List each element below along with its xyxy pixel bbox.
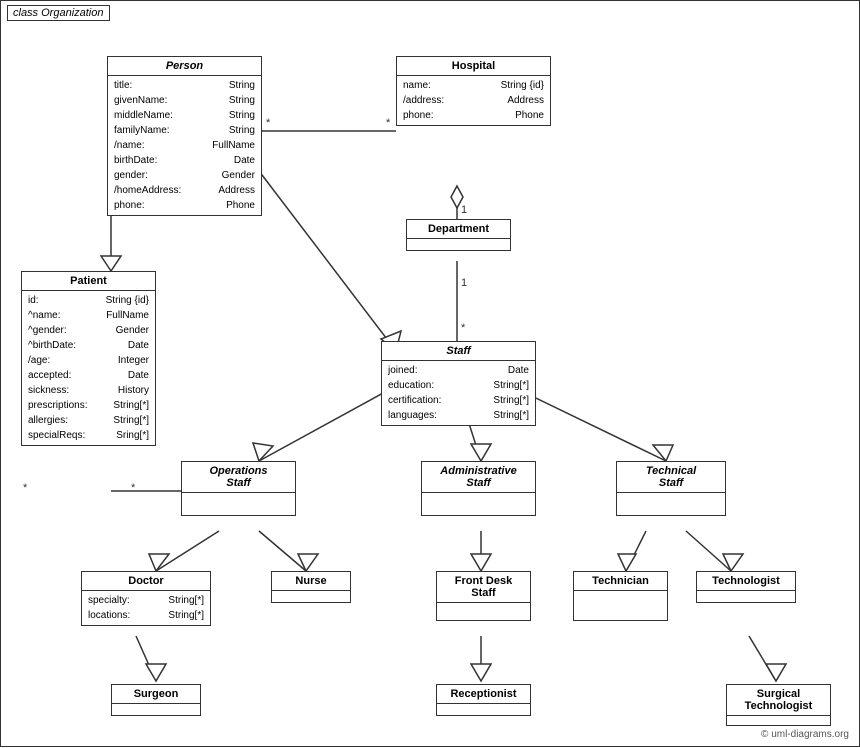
nurse-class: Nurse xyxy=(271,571,351,603)
technical-staff-title: TechnicalStaff xyxy=(617,462,725,493)
hospital-class: Hospital name:String {id} /address:Addre… xyxy=(396,56,551,126)
department-title: Department xyxy=(407,220,510,239)
doctor-class: Doctor specialty:String[*] locations:Str… xyxy=(81,571,211,626)
technologist-title: Technologist xyxy=(697,572,795,591)
operations-staff-class: OperationsStaff xyxy=(181,461,296,516)
copyright-text: © uml-diagrams.org xyxy=(761,729,849,740)
front-desk-staff-class: Front DeskStaff xyxy=(436,571,531,621)
svg-text:1: 1 xyxy=(461,204,467,216)
hospital-title: Hospital xyxy=(397,57,550,76)
staff-title: Staff xyxy=(382,342,535,361)
patient-class: Patient id:String {id} ^name:FullName ^g… xyxy=(21,271,156,446)
front-desk-staff-title: Front DeskStaff xyxy=(437,572,530,603)
person-class: Person title:String givenName:String mid… xyxy=(107,56,262,216)
receptionist-title: Receptionist xyxy=(437,685,530,704)
person-title: Person xyxy=(108,57,261,76)
doctor-title: Doctor xyxy=(82,572,210,591)
person-attrs: title:String givenName:String middleName… xyxy=(108,76,261,215)
technologist-class: Technologist xyxy=(696,571,796,603)
hospital-attrs: name:String {id} /address:Address phone:… xyxy=(397,76,550,125)
svg-text:1: 1 xyxy=(461,277,467,289)
operations-staff-title: OperationsStaff xyxy=(182,462,295,493)
department-class: Department xyxy=(406,219,511,251)
surgeon-title: Surgeon xyxy=(112,685,200,704)
svg-text:*: * xyxy=(131,482,136,494)
svg-text:*: * xyxy=(266,117,271,129)
doctor-attrs: specialty:String[*] locations:String[*] xyxy=(82,591,210,625)
svg-text:*: * xyxy=(386,117,391,129)
svg-text:*: * xyxy=(23,482,28,494)
administrative-staff-title: AdministrativeStaff xyxy=(422,462,535,493)
uml-diagram: class Organization * * 1 * 1 * * * xyxy=(0,0,860,747)
svg-text:*: * xyxy=(461,322,466,334)
nurse-title: Nurse xyxy=(272,572,350,591)
patient-attrs: id:String {id} ^name:FullName ^gender:Ge… xyxy=(22,291,155,445)
surgical-technologist-title: SurgicalTechnologist xyxy=(727,685,830,716)
technical-staff-class: TechnicalStaff xyxy=(616,461,726,516)
patient-title: Patient xyxy=(22,272,155,291)
staff-class: Staff joined:Date education:String[*] ce… xyxy=(381,341,536,426)
surgeon-class: Surgeon xyxy=(111,684,201,716)
surgical-technologist-class: SurgicalTechnologist xyxy=(726,684,831,726)
technician-class: Technician xyxy=(573,571,668,621)
receptionist-class: Receptionist xyxy=(436,684,531,716)
technician-title: Technician xyxy=(574,572,667,591)
diagram-label: class Organization xyxy=(7,5,110,21)
staff-attrs: joined:Date education:String[*] certific… xyxy=(382,361,535,425)
administrative-staff-class: AdministrativeStaff xyxy=(421,461,536,516)
